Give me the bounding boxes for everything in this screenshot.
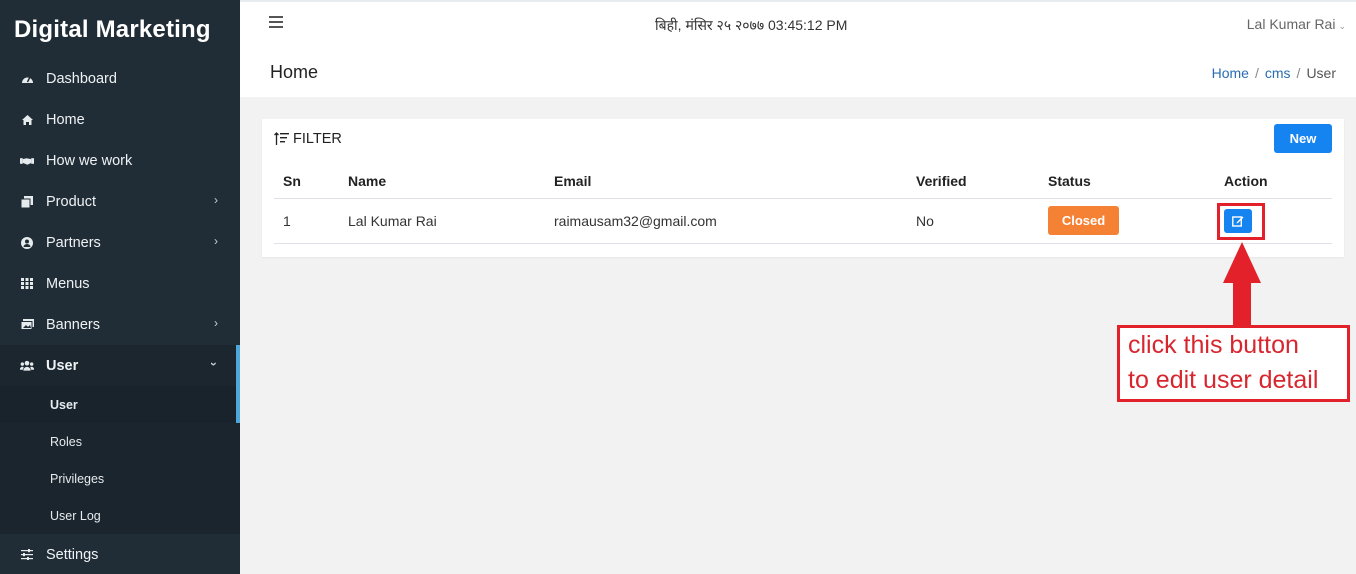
sidebar-item-label: Product xyxy=(46,193,96,210)
sidebar-item-label: User xyxy=(46,357,79,374)
sidebar-item-label: Home xyxy=(46,111,85,128)
annotation-text-line1: click this button xyxy=(1128,331,1299,359)
cell-action xyxy=(1215,198,1332,244)
user-table: Sn Name Email Verified Status Action 1 L… xyxy=(274,164,1332,244)
cell-email: raimausam32@gmail.com xyxy=(545,198,907,244)
page-header: Home Home / cms / User xyxy=(240,52,1356,97)
user-menu[interactable]: Lal Kumar Rai ⌄ xyxy=(1247,16,1346,32)
sidebar-item-home[interactable]: Home xyxy=(0,99,240,140)
edit-user-button[interactable] xyxy=(1224,208,1252,233)
top-bar: बिही, मंसिर २५ २०७७ 03:45:12 PM Lal Kuma… xyxy=(240,0,1356,52)
edit-button-wrapper xyxy=(1217,202,1265,240)
cell-sn: 1 xyxy=(274,198,339,244)
current-datetime: बिही, मंसिर २५ २०७७ 03:45:12 PM xyxy=(655,17,848,33)
sidebar-item-product[interactable]: Product › xyxy=(0,181,240,222)
column-header-name: Name xyxy=(339,164,545,199)
user-list-card: FILTER New Sn Name Email Verified Status… xyxy=(262,119,1344,257)
column-header-action: Action xyxy=(1215,164,1332,199)
chevron-right-icon: › xyxy=(214,316,218,330)
submenu-item-user-log[interactable]: User Log xyxy=(0,497,240,534)
sort-filter-icon xyxy=(274,132,289,145)
annotation-arrow-icon xyxy=(1223,242,1261,326)
new-user-button[interactable]: New xyxy=(1274,124,1332,153)
table-row: 1 Lal Kumar Rai raimausam32@gmail.com No… xyxy=(274,198,1332,244)
sidebar-item-label: Partners xyxy=(46,234,101,251)
filter-toggle[interactable]: FILTER xyxy=(274,131,342,147)
chevron-right-icon: › xyxy=(214,234,218,248)
breadcrumb-separator: / xyxy=(1296,65,1301,81)
filter-label: FILTER xyxy=(293,131,342,147)
brand-title[interactable]: Digital Marketing xyxy=(0,0,240,58)
sidebar-item-user[interactable]: User › xyxy=(0,345,240,386)
hamburger-menu-icon[interactable] xyxy=(269,16,283,28)
breadcrumb-home[interactable]: Home xyxy=(1212,65,1249,81)
sidebar-item-settings[interactable]: Settings xyxy=(0,534,240,574)
breadcrumb-current: User xyxy=(1306,65,1336,81)
users-icon xyxy=(20,359,34,373)
chevron-down-icon: › xyxy=(207,362,221,366)
sidebar-item-how-we-work[interactable]: How we work xyxy=(0,140,240,181)
sidebar-item-dashboard[interactable]: Dashboard xyxy=(0,58,240,99)
column-header-sn: Sn xyxy=(274,164,339,199)
sidebar-item-partners[interactable]: Partners › xyxy=(0,222,240,263)
sidebar-item-label: How we work xyxy=(46,152,133,169)
breadcrumb-cms[interactable]: cms xyxy=(1265,65,1291,81)
submenu-item-privileges[interactable]: Privileges xyxy=(0,460,240,497)
copy-icon xyxy=(20,195,34,209)
sidebar-item-label: Settings xyxy=(46,546,99,563)
sidebar-item-menus[interactable]: Menus xyxy=(0,263,240,304)
user-submenu: User Roles Privileges User Log xyxy=(0,386,240,534)
table-header-row: Sn Name Email Verified Status Action xyxy=(274,164,1332,199)
status-badge[interactable]: Closed xyxy=(1048,206,1119,235)
cell-verified: No xyxy=(907,198,1039,244)
sidebar-item-banners[interactable]: Banners › xyxy=(0,304,240,345)
handshake-icon xyxy=(20,154,34,168)
sliders-icon xyxy=(20,548,34,562)
column-header-status: Status xyxy=(1039,164,1215,199)
submenu-item-roles[interactable]: Roles xyxy=(0,423,240,460)
home-icon xyxy=(20,113,34,127)
page-title: Home xyxy=(270,62,319,82)
cell-name: Lal Kumar Rai xyxy=(339,198,545,244)
breadcrumb: Home / cms / User xyxy=(1212,65,1336,81)
chevron-down-icon: ⌄ xyxy=(1338,21,1346,31)
user-name: Lal Kumar Rai xyxy=(1246,16,1336,32)
sidebar-item-label: Dashboard xyxy=(46,70,117,87)
breadcrumb-separator: / xyxy=(1254,65,1259,81)
annotation-callout: click this button to edit user detail xyxy=(1117,325,1350,402)
edit-icon xyxy=(1232,215,1244,227)
column-header-verified: Verified xyxy=(907,164,1039,199)
sidebar-item-label: Banners xyxy=(46,316,101,333)
cell-status: Closed xyxy=(1039,198,1215,244)
grid-icon xyxy=(20,277,34,291)
user-circle-icon xyxy=(20,236,34,250)
chevron-right-icon: › xyxy=(214,193,218,207)
sidebar: Digital Marketing Dashboard Home How we … xyxy=(0,0,240,574)
column-header-email: Email xyxy=(545,164,907,199)
image-icon xyxy=(20,318,34,332)
submenu-item-user[interactable]: User xyxy=(0,386,240,423)
sidebar-item-label: Menus xyxy=(46,275,90,292)
annotation-text-line2: to edit user detail xyxy=(1128,366,1319,394)
dashboard-icon xyxy=(20,72,34,86)
